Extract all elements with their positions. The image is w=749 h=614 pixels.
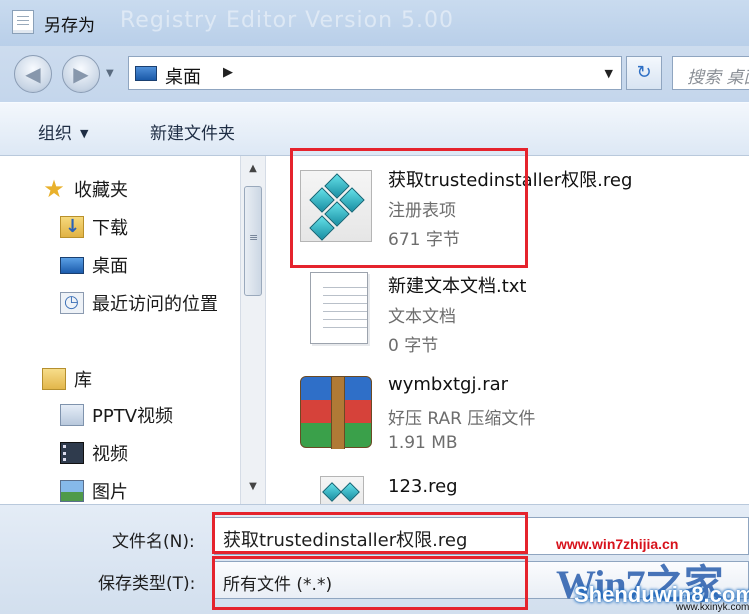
sidebar-item-label: 视频 [92,444,128,465]
back-arrow-icon: ◀ [25,62,41,86]
sidebar-item-pictures[interactable]: 图片 [60,476,128,506]
scrollbar-grip-icon: ≡ [249,231,259,244]
library-icon [42,368,66,390]
sidebar-item-label: 收藏夹 [74,180,128,201]
address-location[interactable]: 桌面 [165,63,201,89]
file-list: 获取trustedinstaller权限.reg 注册表项 671 字节 新建文… [266,156,749,504]
sidebar-item-label: 下载 [92,218,128,239]
registry-file-icon [320,476,364,504]
watermark-url: www.win7zhijia.cn [556,536,679,552]
video-library-icon [60,442,84,464]
savetype-label: 保存类型(T): [98,574,196,594]
file-item-text[interactable]: 新建文本文档.txt 文本文档 0 字节 [296,260,736,356]
navigation-pane: ★ 收藏夹 下载 桌面 最近访问的位置 库 PPTV视频 视频 图片 [0,156,240,504]
registry-file-icon [300,170,372,242]
file-type: 注册表项 [388,201,456,221]
sidebar-item-label: 图片 [92,482,128,503]
file-size: 671 字节 [388,230,460,250]
sidebar-item-label: 最近访问的位置 [92,294,218,315]
text-file-icon [310,272,368,344]
file-type: 好压 RAR 压缩文件 [388,409,536,429]
sidebar-item-label: PPTV视频 [92,406,174,427]
forward-arrow-icon: ▶ [73,62,89,86]
file-name: 获取trustedinstaller权限.reg [388,170,633,191]
refresh-icon: ↻ [636,62,652,83]
sidebar-item-videos[interactable]: 视频 [60,438,128,468]
background-window-title: Registry Editor Version 5.00 [120,8,455,33]
sidebar-item-favorites[interactable]: ★ 收藏夹 [42,174,128,204]
sidebar-item-downloads[interactable]: 下载 [60,212,128,242]
pptv-library-icon [60,404,84,426]
pictures-library-icon [60,480,84,502]
address-row: ◀ ▶ ▼ 桌面 ▶ ▼ ↻ 搜索 桌面 [0,46,749,102]
file-item-registry-2[interactable]: 123.reg [296,466,736,504]
sidebar-item-libraries[interactable]: 库 [42,364,92,394]
sidebar-item-label: 库 [74,370,92,391]
sidebar-item-label: 桌面 [92,256,128,277]
desktop-icon [60,256,84,274]
desktop-icon [135,66,157,81]
window-title: 另存为 [44,16,95,36]
chevron-right-icon[interactable]: ▶ [223,65,233,80]
watermark-logo: Win7之家 Shenduwin8.com www.kxinyk.com [556,552,749,614]
recent-pages-dropdown[interactable]: ▼ [106,68,114,79]
forward-button[interactable]: ▶ [62,55,100,93]
address-bar[interactable]: 桌面 ▶ ▼ [128,56,622,90]
save-dialog-icon [12,10,34,34]
file-size: 0 字节 [388,336,439,356]
file-size: 1.91 MB [388,433,458,453]
organize-button[interactable]: 组织 ▼ [38,119,88,144]
watermark-sub: www.kxinyk.com [676,602,749,613]
sidebar-item-desktop[interactable]: 桌面 [60,250,128,280]
back-button[interactable]: ◀ [14,55,52,93]
title-bar: 另存为 Registry Editor Version 5.00 [0,0,749,46]
scroll-up-icon[interactable]: ▲ [241,158,265,180]
scroll-down-icon[interactable]: ▼ [241,476,265,498]
file-type: 文本文档 [388,307,456,327]
filename-label: 文件名(N): [112,532,195,552]
refresh-button[interactable]: ↻ [626,56,662,90]
address-dropdown-icon[interactable]: ▼ [605,67,613,80]
recent-places-icon [60,292,84,314]
search-input[interactable]: 搜索 桌面 [672,56,749,90]
organize-label: 组织 [38,124,72,144]
file-item-registry[interactable]: 获取trustedinstaller权限.reg 注册表项 671 字节 [296,158,736,254]
sidebar-item-recent-places[interactable]: 最近访问的位置 [60,288,218,318]
file-name: 新建文本文档.txt [388,276,527,297]
new-folder-button[interactable]: 新建文件夹 [150,119,235,144]
file-item-rar[interactable]: wymbxtgj.rar 好压 RAR 压缩文件 1.91 MB [296,362,736,458]
chevron-down-icon: ▼ [80,127,89,140]
star-icon: ★ [43,175,65,203]
command-bar: 组织 ▼ 新建文件夹 [0,102,749,156]
download-folder-icon [60,216,84,238]
navigation-scrollbar[interactable]: ▲ ≡ ▼ [240,156,266,504]
file-name: wymbxtgj.rar [388,374,509,395]
rar-archive-icon [300,376,372,449]
file-name: 123.reg [388,476,458,497]
sidebar-item-pptv-video[interactable]: PPTV视频 [60,400,173,430]
